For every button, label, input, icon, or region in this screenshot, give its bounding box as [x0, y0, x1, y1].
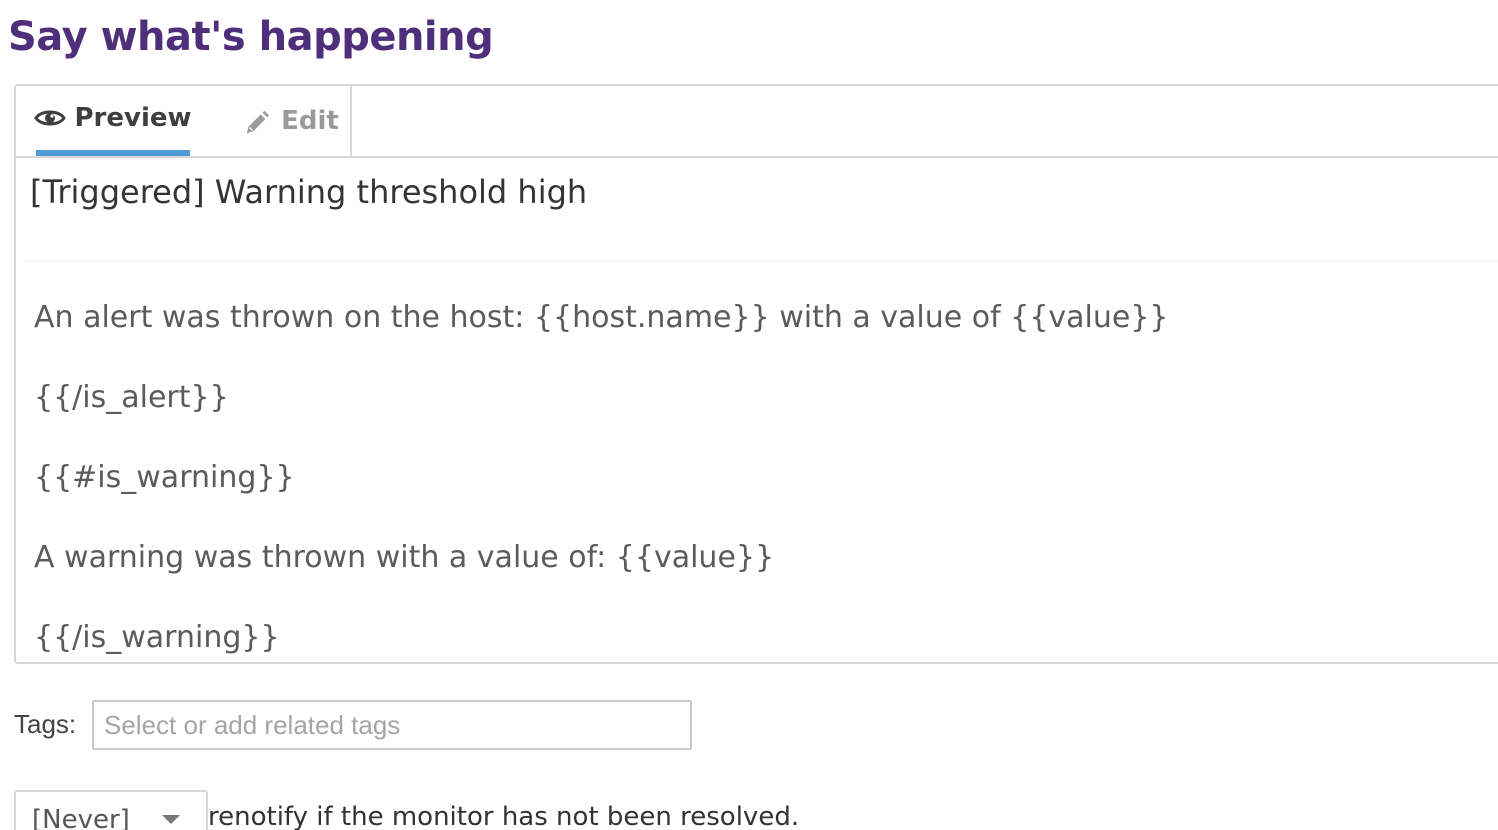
tab-preview-label: Preview — [74, 103, 192, 133]
tags-label: Tags: — [14, 709, 77, 739]
pencil-icon — [246, 110, 270, 134]
caret-down-icon — [162, 815, 180, 824]
message-line-close-warning: {{/is_warning}} — [34, 620, 280, 655]
message-editor: Preview Edit [Triggered] Warning thresho… — [14, 84, 1498, 664]
monitor-message-page: Say what's happening Preview Edit [Trigg… — [0, 0, 1498, 830]
message-subject: [Triggered] Warning threshold high — [30, 173, 588, 211]
renotify-selected-value: [Never] — [32, 805, 130, 830]
renotify-select[interactable]: [Never] — [14, 790, 208, 830]
editor-tabbar: Preview Edit — [16, 86, 1498, 158]
tab-preview[interactable]: Preview — [34, 86, 192, 156]
tags-input[interactable] — [92, 700, 692, 750]
message-line-open-warning: {{#is_warning}} — [34, 460, 295, 495]
editor-tab-group: Preview Edit — [16, 86, 352, 156]
message-line-alert: An alert was thrown on the host: {{host.… — [34, 300, 1169, 335]
message-line-warning: A warning was thrown with a value of: {{… — [34, 540, 775, 575]
subject-separator — [24, 260, 1498, 261]
renotify-description: renotify if the monitor has not been res… — [208, 802, 800, 830]
eye-icon — [34, 110, 67, 126]
message-line-close-alert: {{/is_alert}} — [34, 380, 229, 415]
tab-edit[interactable]: Edit — [234, 86, 346, 156]
tab-edit-label: Edit — [281, 106, 339, 136]
message-body: An alert was thrown on the host: {{host.… — [34, 298, 1474, 662]
page-title: Say what's happening — [8, 14, 494, 60]
